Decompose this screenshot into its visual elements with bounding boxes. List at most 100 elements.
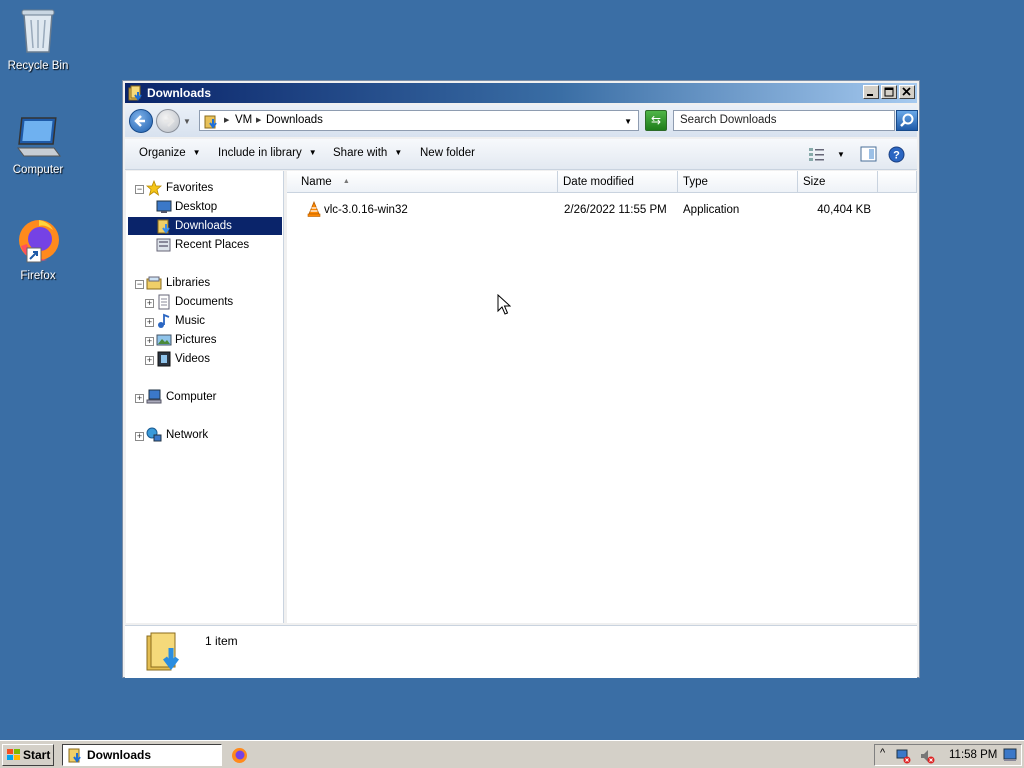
nav-libraries[interactable]: Libraries [146,274,276,292]
item-count: 1 item [205,634,238,648]
expand-music-toggle[interactable]: + [145,318,154,327]
nav-desktop-label: Desktop [175,201,218,213]
nav-recent-places[interactable]: Recent Places [156,236,281,254]
firefox-label: Firefox [20,270,56,282]
folder-download-icon [204,115,217,129]
computer-icon [146,389,162,404]
recent-places-icon [156,238,171,252]
preview-pane-icon[interactable] [860,146,877,162]
file-date-modified: 2/26/2022 11:55 PM [564,204,667,216]
clock[interactable]: 11:58 PM [949,749,997,761]
share-with-button[interactable]: Share with ▼ [333,147,402,159]
table-row[interactable]: vlc-3.0.16-win32 2/26/2022 11:55 PM Appl… [287,171,917,221]
forward-button[interactable] [156,109,180,133]
nav-desktop[interactable]: Desktop [156,198,281,216]
organize-label: Organize [139,147,186,159]
volume-muted-icon[interactable] [919,748,935,764]
nav-pictures-label: Pictures [175,334,217,346]
desktop-icon-computer[interactable]: Computer [0,116,76,176]
nav-documents[interactable]: Documents [156,293,281,311]
nav-network[interactable]: Network [146,426,276,444]
firefox-icon [19,220,59,263]
explorer-window: Downloads ▼ ▶ VM ▶ Downloads ▼ ⇆ Search … [122,80,920,678]
search-button[interactable] [896,110,918,131]
window-title: Downloads [147,86,212,100]
file-name[interactable]: vlc-3.0.16-win32 [324,204,408,216]
expand-videos-toggle[interactable]: + [145,356,154,365]
back-button[interactable] [129,109,153,133]
view-options-icon[interactable] [808,146,826,162]
desktop-icon-firefox[interactable]: Firefox [0,216,76,282]
nav-computer-label: Computer [166,391,217,403]
nav-music-label: Music [175,315,206,327]
breadcrumb-separator-icon[interactable]: ▶ [224,116,229,124]
close-button[interactable] [899,85,915,99]
nav-videos-label: Videos [175,353,210,365]
address-bar[interactable]: ▶ VM ▶ Downloads ▼ [199,110,639,131]
arrow-left-icon [134,115,145,127]
show-desktop-icon[interactable] [1003,748,1017,762]
collapse-favorites-toggle[interactable]: − [135,185,144,194]
folder-download-icon [128,85,142,101]
organize-button[interactable]: Organize ▼ [139,147,201,159]
taskbar-item-downloads[interactable]: Downloads [62,744,222,766]
recycle-bin-icon [21,9,55,53]
nav-favorites-label: Favorites [166,182,214,194]
include-in-library-button[interactable]: Include in library ▼ [218,147,317,159]
include-in-library-label: Include in library [218,147,302,159]
nav-libraries-label: Libraries [166,277,211,289]
details-pane: 1 item [125,625,917,678]
search-input[interactable]: Search Downloads [673,110,895,131]
address-row: ▼ ▶ VM ▶ Downloads ▼ ⇆ Search Downloads [125,105,918,137]
expand-pictures-toggle[interactable]: + [145,337,154,346]
recycle-bin-label: Recycle Bin [7,60,69,72]
show-hidden-icons-icon[interactable]: ^ [880,747,885,759]
expand-computer-toggle[interactable]: + [135,394,144,403]
address-dropdown-icon[interactable]: ▼ [624,117,632,126]
view-dropdown-icon[interactable]: ▼ [837,150,845,159]
nav-favorites[interactable]: Favorites [146,179,276,197]
nav-videos[interactable]: Videos [156,350,281,368]
start-label: Start [23,748,51,762]
folder-download-large-icon [146,632,179,671]
folder-download-icon [68,748,81,763]
breadcrumb-separator-icon[interactable]: ▶ [256,116,261,124]
collapse-libraries-toggle[interactable]: − [135,280,144,289]
nav-downloads[interactable]: Downloads [128,217,282,235]
svg-text:?: ? [893,150,900,162]
maximize-icon [884,87,894,97]
mouse-cursor-icon [497,294,511,315]
start-button[interactable]: Start [2,744,54,766]
nav-network-label: Network [166,429,209,441]
minimize-button[interactable] [863,85,879,99]
documents-icon [158,294,170,310]
windows-logo-icon [7,749,20,760]
title-bar[interactable]: Downloads [125,83,917,103]
breadcrumb-downloads[interactable]: Downloads [266,114,323,126]
search-icon [900,113,914,127]
taskbar: Start Downloads ^ 11:58 PM [0,740,1024,768]
nav-pictures[interactable]: Pictures [156,331,281,349]
nav-music[interactable]: Music [156,312,281,330]
share-with-label: Share with [333,147,388,159]
nav-computer[interactable]: Computer [146,388,276,406]
expand-network-toggle[interactable]: + [135,432,144,441]
close-icon [902,87,911,96]
firefox-icon[interactable] [231,747,248,764]
music-note-icon [158,313,170,328]
minimize-icon [867,94,873,96]
chevron-down-icon: ▼ [192,148,201,157]
network-disconnected-icon[interactable] [895,748,911,764]
breadcrumb-vm[interactable]: VM [235,114,252,126]
history-dropdown-icon[interactable]: ▼ [183,117,191,126]
system-tray: ^ 11:58 PM [874,744,1022,766]
expand-documents-toggle[interactable]: + [145,299,154,308]
maximize-button[interactable] [881,85,897,99]
refresh-button[interactable]: ⇆ [645,110,667,131]
nav-recent-places-label: Recent Places [175,239,250,251]
help-icon[interactable]: ? [888,146,905,163]
folder-download-icon [157,219,170,234]
computer-icon [17,117,61,157]
desktop-icon-recycle-bin[interactable]: Recycle Bin [0,6,76,72]
new-folder-button[interactable]: New folder [420,147,475,159]
